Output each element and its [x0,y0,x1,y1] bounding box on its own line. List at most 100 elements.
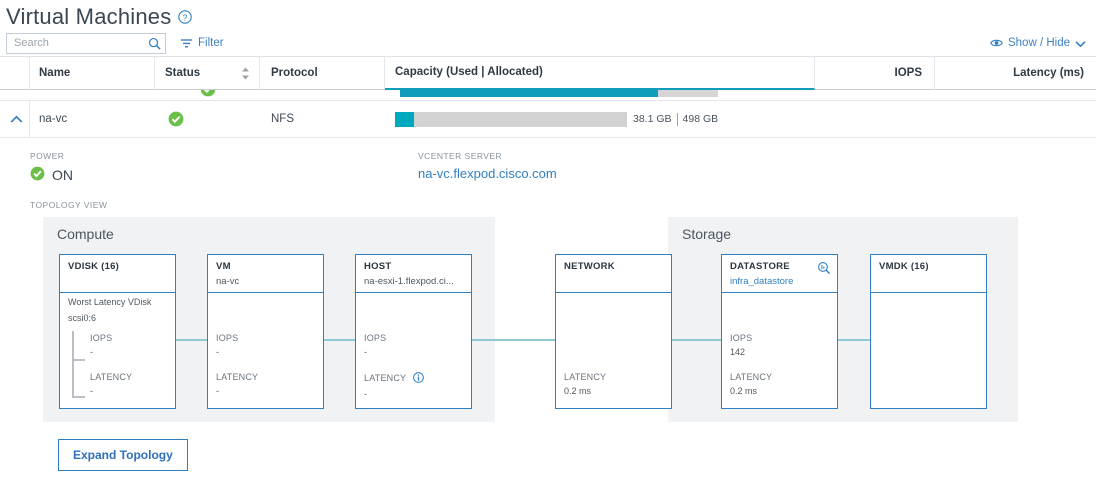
capacity-bar-fill [395,111,414,127]
connector-host-network [472,339,556,341]
host-latency-label: LATENCY [364,373,407,383]
datastore-metric-latency: LATENCY 0.2 ms [730,372,772,396]
show-hide-button[interactable]: Show / Hide [990,37,1086,49]
vdisk-iops-value: - [90,347,93,357]
page-title: Virtual Machines [6,4,172,29]
row-cell-iops [815,100,935,138]
topology-node-vmdk[interactable]: VMDK (16) [870,254,987,409]
table-row-partial[interactable] [0,90,1096,100]
topology-view: Compute Storage VDISK (16) Worst Latency… [30,217,1096,422]
header-cell-protocol[interactable]: Protocol [260,56,385,90]
row-cell-latency [935,100,1096,138]
capacity-bar-partial [400,90,658,97]
topology-node-network[interactable]: NETWORK LATENCY 0.2 ms [555,254,672,409]
vmdk-body [871,293,986,408]
header-cell-iops[interactable]: IOPS [815,56,935,90]
host-latency-value: - [364,389,367,399]
vcenter-label: VCENTER SERVER [418,151,503,161]
network-latency-label: LATENCY [564,372,607,382]
zone-title-storage: Storage [682,226,732,242]
host-iops-value: - [364,347,367,357]
detail-meta-row: POWER ON VCENTER SERVER na-vc.flexpod.ci… [30,151,1096,184]
vdisk-metric-iops: IOPS - [90,333,112,357]
filter-label: Filter [198,37,224,49]
datastore-type-label: DATASTORE [730,261,790,272]
datastore-body: IOPS 142 LATENCY 0.2 ms [722,293,837,408]
zone-title-compute: Compute [57,226,114,242]
header-label-name: Name [39,67,71,79]
table-row[interactable]: na-vc NFS 38.1 GB 498 GB [0,100,1096,138]
topology-view-label: TOPOLOGY VIEW [30,200,108,210]
capacity-allocated-value: 498 GB [682,113,719,125]
capacity-bar [395,111,627,127]
vdisk-type-label: VDISK (16) [68,261,120,272]
header-label-iops: IOPS [894,67,922,79]
datastore-metric-iops: IOPS 142 [730,333,752,357]
search-icon[interactable] [148,37,161,50]
header-label-protocol: Protocol [271,67,318,79]
datastore-name-link[interactable]: infra_datastore [730,276,829,287]
row-expand-cell[interactable] [0,100,30,138]
status-ok-icon [168,111,184,127]
tree-line-vertical [72,331,74,397]
vm-body: IOPS - LATENCY - [208,293,323,408]
header-cell-status[interactable]: Status [155,56,260,90]
row-cell-status [155,100,260,138]
row-cell-protocol: NFS [260,100,385,138]
help-circle-icon[interactable]: ? [178,10,193,24]
search-box[interactable] [6,32,166,54]
header-cell-name[interactable]: Name [30,56,155,90]
header-label-latency: Latency (ms) [1013,67,1084,79]
topology-node-host[interactable]: HOST na-esxi-1.flexpod.ci... IOPS - LATE… [355,254,472,409]
network-type-label: NETWORK [564,261,615,272]
host-metric-latency: LATENCY - [364,372,424,399]
vdisk-metric-latency: LATENCY - [90,372,132,396]
power-block: POWER ON [30,151,73,184]
power-value: ON [52,167,73,183]
header-cell-latency[interactable]: Latency (ms) [935,57,1096,90]
datastore-latency-label: LATENCY [730,372,773,382]
eye-icon [990,38,1003,48]
magnifier-detail-icon[interactable] [817,261,831,280]
status-ok-icon-partial [200,90,216,100]
show-hide-label: Show / Hide [1007,37,1070,49]
datastore-latency-value: 0.2 ms [730,386,758,396]
host-body: IOPS - LATENCY - [356,293,471,408]
filter-button[interactable]: Filter [180,37,224,49]
tree-line-branch-latency [72,396,85,398]
datastore-header: DATASTORE infra_datastore [722,255,837,293]
header-cell-capacity[interactable]: Capacity (Used | Allocated) [385,56,815,90]
info-icon[interactable] [412,372,424,385]
chevron-down-icon [1075,39,1086,48]
chevron-up-icon[interactable] [10,115,23,124]
network-body: LATENCY 0.2 ms [556,293,671,408]
topology-node-vdisk[interactable]: VDISK (16) Worst Latency VDisk scsi0:6 I… [59,254,176,409]
power-value-row: ON [30,166,73,184]
row-cell-capacity: 38.1 GB 498 GB [385,100,815,138]
vdisk-subname: scsi0:6 [68,313,97,323]
header-label-capacity: Capacity (Used | Allocated) [395,66,543,78]
power-label: POWER [30,151,65,161]
host-name-label: na-esxi-1.flexpod.ci... [364,276,454,287]
topology-node-datastore[interactable]: DATASTORE infra_datastore IOPS 142 LATEN… [721,254,838,409]
vdisk-iops-label: IOPS [90,333,113,343]
expand-topology-button[interactable]: Expand Topology [58,439,188,471]
vcenter-block: VCENTER SERVER na-vc.flexpod.cisco.com [418,151,557,184]
header-cell-expand [0,56,30,90]
vdisk-header: VDISK (16) [60,255,175,293]
sort-arrows-icon[interactable] [241,67,250,80]
capacity-bar-partial-track [658,90,718,97]
host-metric-iops: IOPS - [364,333,386,357]
vcenter-link[interactable]: na-vc.flexpod.cisco.com [418,166,557,181]
tree-line-branch-iops [72,359,85,361]
row-cell-name[interactable]: na-vc [30,100,155,138]
topology-node-vm[interactable]: VM na-vc IOPS - LATENCY - [207,254,324,409]
vm-iops-value: - [216,347,219,357]
vm-type-label: VM [216,261,231,272]
svg-text:?: ? [183,12,188,22]
vmdk-type-label: VMDK (16) [879,261,929,272]
host-header: HOST na-esxi-1.flexpod.ci... [356,255,471,293]
network-header: NETWORK [556,255,671,293]
status-ok-icon-power [30,166,45,184]
search-input[interactable] [14,37,148,49]
